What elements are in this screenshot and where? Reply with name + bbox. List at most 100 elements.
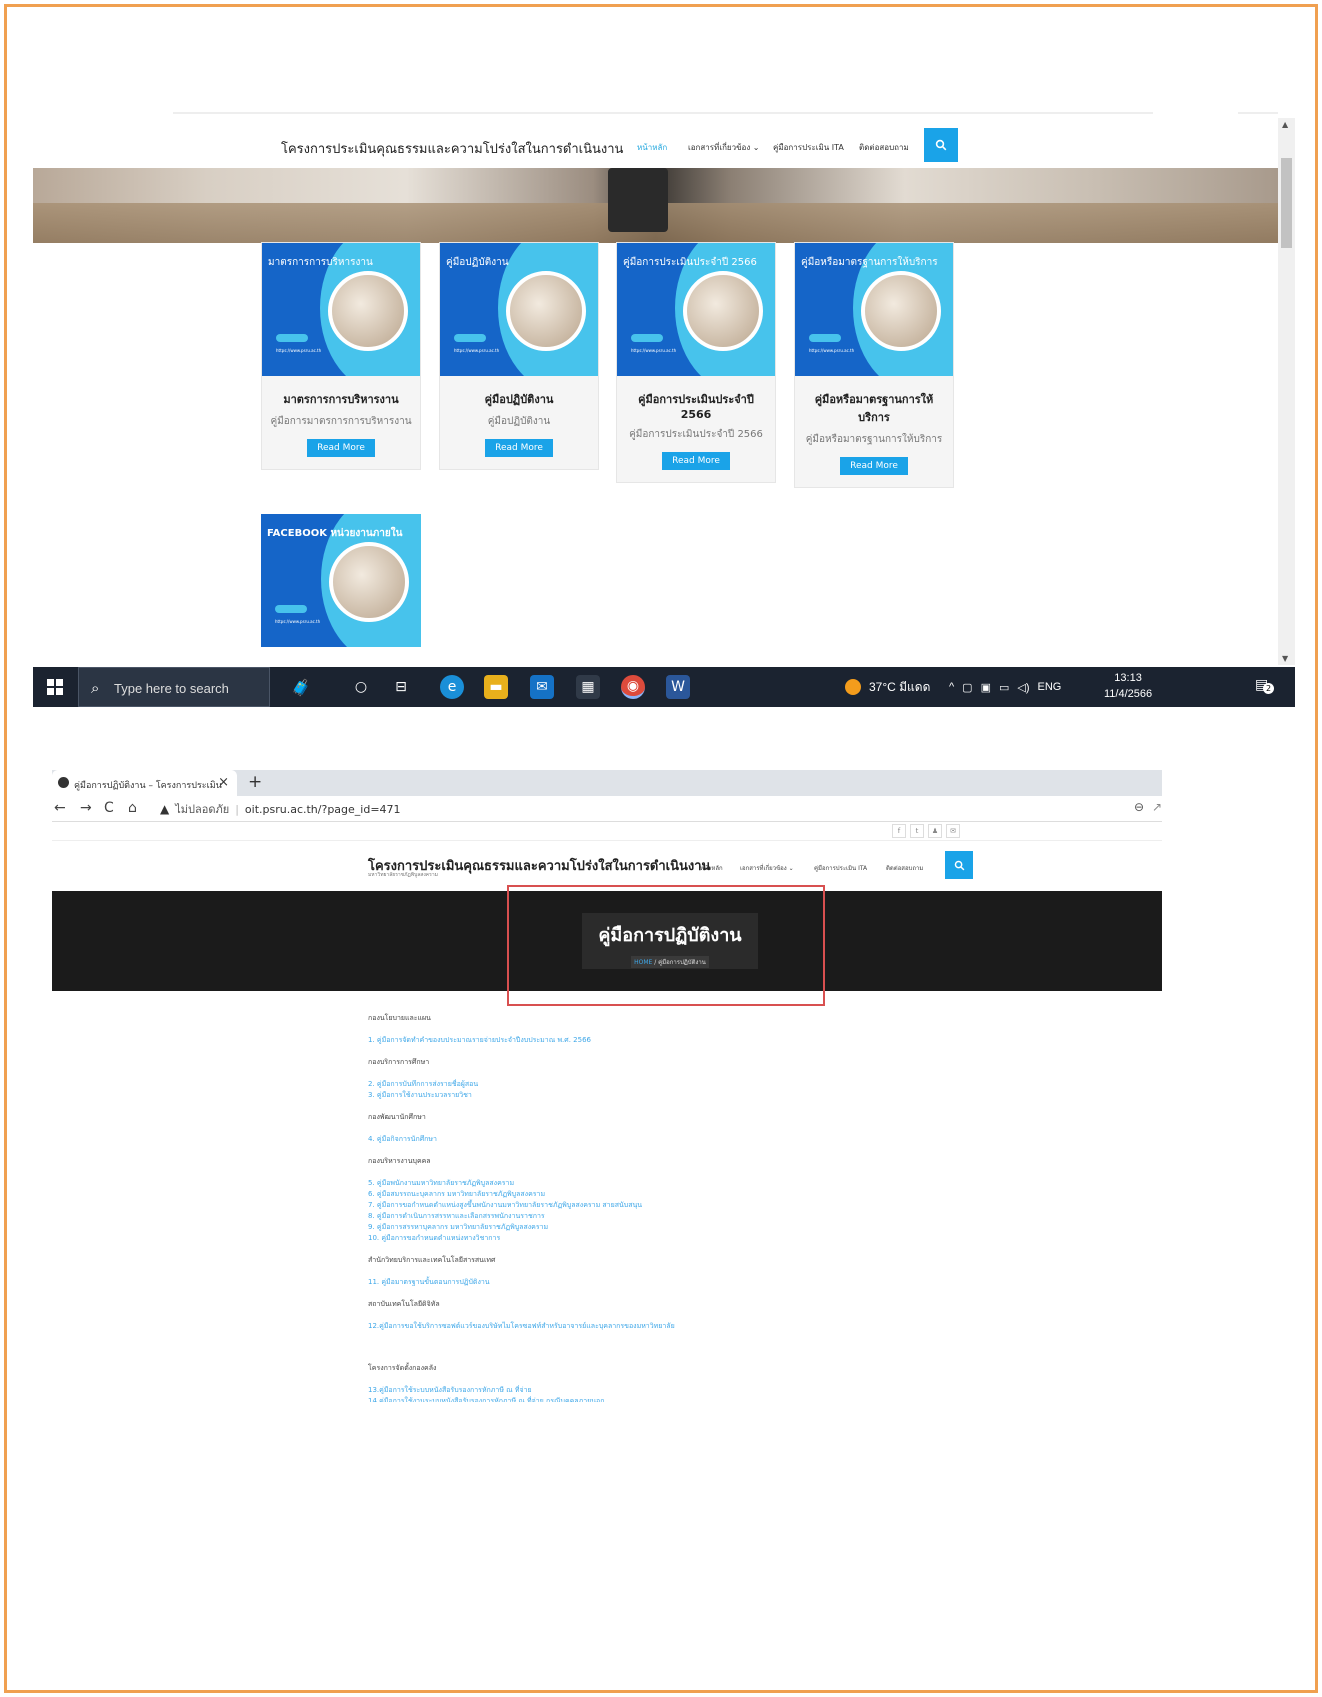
menu-documents[interactable]: เอกสารที่เกี่ยวข้อง ⌄: [688, 141, 760, 154]
travel-bags-icon[interactable]: 🧳: [271, 675, 331, 699]
system-tray[interactable]: ^ ▢ ▣ ▭ ◁) ENG: [949, 667, 1061, 707]
card-service-standard: คู่มือหรือมาตรฐานการให้บริการ https://ww…: [794, 242, 954, 488]
new-tab-icon[interactable]: +: [248, 772, 262, 792]
manual-link[interactable]: 11. คู่มือมาตรฐานขั้นตอนการปฏิบัติงาน: [368, 1277, 1068, 1288]
manual-link[interactable]: 10. คู่มือการขอกำหนดตำแหน่งทางวิชาการ: [368, 1233, 1068, 1244]
card-image[interactable]: FACEBOOK หน่วยงานภายใน https://www.psru.…: [261, 514, 421, 647]
section-heading: โครงการจัดตั้งกองคลัง: [368, 1364, 437, 1372]
facebook-icon[interactable]: f: [892, 824, 906, 838]
twitter-icon[interactable]: t: [910, 824, 924, 838]
mail-icon[interactable]: ✉: [946, 824, 960, 838]
card-desc: คู่มือการมาตรการการบริหารงาน: [270, 416, 412, 427]
insecure-label: ไม่ปลอดภัย: [175, 803, 230, 816]
site-subtitle: มหาวิทยาลัยราชภัฏพิบูลสงคราม: [368, 872, 438, 878]
menu-ita-manual[interactable]: คู่มือการประเมิน ITA: [773, 141, 844, 154]
menu-contact[interactable]: ติดต่อสอบถาม: [859, 141, 909, 154]
mail-icon[interactable]: ✉: [530, 675, 554, 699]
manual-link[interactable]: 12.คู่มือการขอใช้บริการซอฟต์แวร์ของบริษั…: [368, 1321, 1068, 1332]
search-button[interactable]: [924, 128, 958, 162]
cortana-icon[interactable]: ○: [349, 675, 373, 699]
network-icon[interactable]: ▣: [981, 681, 991, 694]
section-heading: กองนโยบายและแผน: [368, 1014, 431, 1022]
card-management-measures: มาตรการการบริหารงาน https://www.psru.ac.…: [261, 242, 421, 470]
menu-contact[interactable]: ติดต่อสอบถาม: [886, 863, 923, 873]
language-indicator[interactable]: ENG: [1038, 681, 1062, 693]
zoom-icon[interactable]: ⊖: [1134, 800, 1144, 814]
card-title: มาตรการการบริหารงาน: [283, 393, 399, 406]
close-icon[interactable]: ×: [218, 775, 229, 790]
taskbar-search-box[interactable]: ⌕ Type here to search: [78, 667, 270, 707]
file-explorer-icon[interactable]: ▬: [484, 675, 508, 699]
volume-icon[interactable]: ◁): [1017, 681, 1029, 694]
read-more-button[interactable]: Read More: [840, 457, 908, 475]
search-icon: [935, 139, 947, 151]
card-facebook: FACEBOOK หน่วยงานภายใน https://www.psru.…: [261, 514, 421, 647]
share-link-icon[interactable]: ♟: [928, 824, 942, 838]
manual-link[interactable]: 1. คู่มือการจัดทำคำของบประมาณรายจ่ายประจ…: [368, 1035, 1068, 1046]
share-icon[interactable]: ↗: [1152, 800, 1162, 814]
menu-home[interactable]: หน้าหลัก: [700, 863, 723, 873]
address-bar: ← → C ⌂ ▲ ไม่ปลอดภัย | oit.psru.ac.th/?p…: [52, 796, 1162, 822]
card-title: คู่มือการประเมินประจำปี 2566: [638, 393, 754, 421]
manual-link[interactable]: 14.คู่มือการใช้งานระบบหนังสือรับรองการหั…: [368, 1396, 1068, 1402]
manual-list: กองนโยบายและแผน 1. คู่มือการจัดทำคำของบป…: [368, 1002, 1068, 1402]
chevron-up-icon[interactable]: ^: [949, 681, 954, 693]
menu-home[interactable]: หน้าหลัก: [637, 141, 667, 154]
card-desc: คู่มือปฏิบัติงาน: [487, 416, 551, 427]
clock-time: 13:13: [1114, 672, 1142, 684]
section-heading: สถาบันเทคโนโลยีดิจิทัล: [368, 1300, 440, 1308]
search-icon: [954, 860, 964, 870]
scroll-up-icon[interactable]: ▲: [1282, 120, 1288, 129]
scrollbar-thumb[interactable]: [1281, 158, 1292, 248]
browser-tab[interactable]: คู่มือการปฏิบัติงาน – โครงการประเมิน ×: [52, 770, 237, 796]
manual-link[interactable]: 4. คู่มือกิจการนักศึกษา: [368, 1134, 1068, 1145]
hero-banner-image: [33, 168, 1278, 243]
scrollbar[interactable]: ▲ ▼: [1278, 118, 1295, 665]
manual-link[interactable]: 2. คู่มือการบันทึกการส่งรายชื่อผู้สอน: [368, 1079, 1068, 1090]
card-image[interactable]: คู่มือหรือมาตรฐานการให้บริการ https://ww…: [795, 243, 953, 376]
manual-link[interactable]: 6. คู่มือสมรรถนะบุคลากร มหาวิทยาลัยราชภั…: [368, 1189, 1068, 1200]
search-icon: ⌕: [91, 679, 100, 697]
manual-link[interactable]: 7. คู่มือการขอกำหนดตำแหน่งสูงขึ้นพนักงาน…: [368, 1200, 1068, 1211]
weather-widget[interactable]: 37°C มีแดด: [845, 667, 930, 707]
card-operation-manual: คู่มือปฏิบัติงาน https://www.psru.ac.th …: [439, 242, 599, 470]
card-banner: คู่มือการประเมินประจำปี 2566: [623, 257, 757, 268]
windows-start-icon[interactable]: [47, 679, 63, 695]
manual-link[interactable]: 8. คู่มือการดำเนินการสรรหาและเลือกสรรพนั…: [368, 1211, 1068, 1222]
meet-icon[interactable]: ▢: [962, 681, 972, 694]
bottom-screenshot: คู่มือการปฏิบัติงาน – โครงการประเมิน × +…: [52, 770, 1162, 1460]
card-image[interactable]: คู่มือปฏิบัติงาน https://www.psru.ac.th: [440, 243, 598, 376]
manual-link[interactable]: 5. คู่มือพนักงานมหาวิทยาลัยราชภัฏพิบูลสง…: [368, 1178, 1068, 1189]
read-more-button[interactable]: Read More: [485, 439, 553, 457]
site-header: โครงการประเมินคุณธรรมและความโปร่งใสในการ…: [52, 840, 1162, 890]
home-icon[interactable]: ⌂: [128, 800, 137, 816]
card-banner: คู่มือหรือมาตรฐานการให้บริการ: [801, 257, 938, 268]
read-more-button[interactable]: Read More: [662, 452, 730, 470]
word-icon[interactable]: W: [666, 675, 690, 699]
card-image[interactable]: คู่มือการประเมินประจำปี 2566 https://www…: [617, 243, 775, 376]
read-more-button[interactable]: Read More: [307, 439, 375, 457]
forward-icon[interactable]: →: [80, 800, 92, 816]
menu-documents[interactable]: เอกสารที่เกี่ยวข้อง ⌄: [740, 863, 794, 873]
weather-text: 37°C มีแดด: [869, 679, 931, 694]
section-heading: กองบริหารงานบุคคล: [368, 1157, 431, 1165]
site-title[interactable]: โครงการประเมินคุณธรรมและความโปร่งใสในการ…: [281, 138, 623, 159]
manual-link[interactable]: 3. คู่มือการใช้งานประมวลรายวิชา: [368, 1090, 1068, 1101]
url-field[interactable]: ▲ ไม่ปลอดภัย | oit.psru.ac.th/?page_id=4…: [160, 800, 401, 818]
edge-icon[interactable]: e: [440, 675, 464, 699]
card-image[interactable]: มาตรการการบริหารงาน https://www.psru.ac.…: [262, 243, 420, 376]
manual-link[interactable]: 9. คู่มือการสรรหาบุคลากร มหาวิทยาลัยราชภ…: [368, 1222, 1068, 1233]
manual-link[interactable]: 13.คู่มือการใช้ระบบหนังสือรับรองการหักภา…: [368, 1385, 1068, 1396]
scroll-down-icon[interactable]: ▼: [1282, 654, 1288, 663]
search-button[interactable]: [945, 851, 973, 879]
task-view-icon[interactable]: ⊟: [389, 675, 413, 699]
reload-icon[interactable]: C: [104, 800, 114, 816]
store-icon[interactable]: ▦: [576, 675, 600, 699]
menu-ita-manual[interactable]: คู่มือการประเมิน ITA: [814, 863, 867, 873]
back-icon[interactable]: ←: [54, 800, 66, 816]
battery-icon[interactable]: ▭: [999, 681, 1009, 694]
card-title: คู่มือปฏิบัติงาน: [484, 393, 554, 406]
chrome-icon[interactable]: ◉: [621, 675, 645, 699]
notification-icon[interactable]: ▤ 2: [1255, 677, 1274, 694]
clock[interactable]: 13:13 11/4/2566: [1104, 670, 1152, 702]
